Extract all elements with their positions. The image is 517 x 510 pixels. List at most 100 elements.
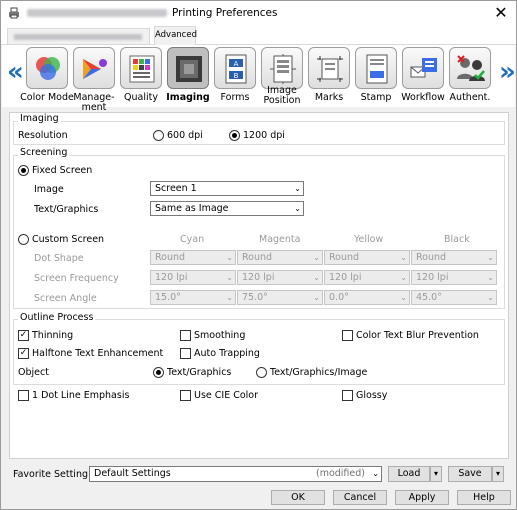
- close-button[interactable]: ✕: [492, 4, 510, 22]
- dot-shape-magenta[interactable]: Round ⌄: [237, 250, 323, 265]
- management-button[interactable]: [73, 47, 115, 89]
- favorite-setting-select[interactable]: Default Settings (modified) ⌄: [89, 466, 382, 482]
- use-cie-checkbox[interactable]: [180, 390, 191, 401]
- resolution-label: Resolution: [18, 130, 68, 141]
- save-dropdown-button[interactable]: ▾: [492, 466, 504, 482]
- chevron-down-icon: ⌄: [400, 273, 407, 282]
- res-1200-radio[interactable]: [229, 130, 240, 141]
- chevron-down-icon: ⌄: [313, 293, 320, 302]
- col-yellow: Yellow: [354, 234, 384, 245]
- fixed-screen-radio[interactable]: [18, 165, 29, 176]
- imaging-pattern-icon: [176, 56, 202, 82]
- workflow-button[interactable]: [402, 47, 444, 89]
- freq-magenta-value: 120 lpi: [242, 272, 275, 283]
- load-button[interactable]: Load: [388, 466, 430, 482]
- imaging-panel: Imaging Resolution 600 dpi 1200 dpi Scre…: [9, 112, 509, 459]
- marks-button[interactable]: [308, 47, 350, 89]
- chevron-down-icon: ⌄: [400, 253, 407, 262]
- imaging-button[interactable]: [167, 47, 209, 89]
- freq-yellow[interactable]: 120 lpi ⌄: [324, 270, 410, 285]
- dot-shape-label: Dot Shape: [34, 253, 84, 264]
- thinning-label: Thinning: [32, 330, 74, 341]
- color-text-blur-checkbox[interactable]: [342, 330, 353, 341]
- color-triangle-icon: [83, 59, 107, 79]
- ok-button[interactable]: OK: [271, 490, 325, 505]
- angle-black-value: 45.0°: [416, 292, 442, 303]
- object-text-graphics-label: Text/Graphics: [167, 367, 232, 378]
- dot-line-checkbox[interactable]: [18, 390, 29, 401]
- object-text-graphics-image-radio[interactable]: [256, 367, 267, 378]
- use-cie-label: Use CIE Color: [194, 390, 259, 401]
- text-graphics-select[interactable]: Same as Image ⌄: [150, 201, 304, 216]
- authentication-button[interactable]: [449, 47, 491, 89]
- tab-printer-redacted[interactable]: [7, 28, 150, 44]
- col-black: Black: [444, 234, 470, 245]
- save-button[interactable]: Save: [448, 466, 492, 482]
- fixed-screen-label: Fixed Screen: [32, 165, 93, 176]
- printing-preferences-window: Printing Preferences ✕ Advanced « » AB C…: [0, 0, 517, 510]
- stamp-button[interactable]: [355, 47, 397, 89]
- freq-black[interactable]: 120 lpi ⌄: [411, 270, 497, 285]
- color-text-blur-label: Color Text Blur Prevention: [356, 330, 479, 341]
- tab-strip: Advanced: [1, 25, 516, 45]
- tab-advanced[interactable]: Advanced: [154, 26, 197, 45]
- chevron-down-icon: ⌄: [487, 273, 494, 282]
- res-600-label: 600 dpi: [167, 130, 203, 141]
- custom-screen-label: Custom Screen: [32, 234, 105, 245]
- image-screen-select[interactable]: Screen 1 ⌄: [150, 181, 304, 196]
- dot-shape-yellow[interactable]: Round ⌄: [324, 250, 410, 265]
- category-icon-bar: « » AB Color Mode Manage- ment Quality I…: [2, 45, 516, 113]
- apply-button[interactable]: Apply: [395, 490, 449, 505]
- modified-indicator: (modified): [315, 468, 365, 479]
- imaging-header: Imaging: [18, 113, 61, 124]
- chevron-down-icon: ⌄: [294, 184, 301, 193]
- angle-cyan-value: 15.0°: [155, 292, 181, 303]
- angle-yellow-value: 0.0°: [329, 292, 349, 303]
- angle-black[interactable]: 45.0° ⌄: [411, 290, 497, 305]
- screen-angle-label: Screen Angle: [34, 293, 97, 304]
- favorite-setting-bar: Favorite Setting Default Settings (modif…: [9, 463, 509, 485]
- freq-magenta[interactable]: 120 lpi ⌄: [237, 270, 323, 285]
- angle-yellow[interactable]: 0.0° ⌄: [324, 290, 410, 305]
- chevron-down-icon: ⌄: [294, 204, 301, 213]
- object-label: Object: [18, 367, 49, 378]
- glossy-checkbox[interactable]: [342, 390, 353, 401]
- chevron-down-icon: ⌄: [487, 253, 494, 262]
- res-600-radio[interactable]: [153, 130, 164, 141]
- help-button[interactable]: Help: [457, 490, 511, 505]
- window-title: Printing Preferences: [172, 7, 278, 19]
- marks-icon: [317, 56, 343, 82]
- color-mode-button[interactable]: [26, 47, 68, 89]
- halftone-label: Halftone Text Enhancement: [32, 348, 164, 359]
- dot-shape-black[interactable]: Round ⌄: [411, 250, 497, 265]
- auto-trapping-checkbox[interactable]: [180, 348, 191, 359]
- screening-header: Screening: [18, 147, 70, 158]
- freq-cyan[interactable]: 120 lpi ⌄: [150, 270, 236, 285]
- angle-magenta[interactable]: 75.0° ⌄: [237, 290, 323, 305]
- caret-down-icon: ▾: [433, 469, 438, 478]
- favorite-setting-value: Default Settings: [94, 468, 171, 479]
- workflow-icon: [410, 58, 437, 78]
- halftone-checkbox[interactable]: ✓: [18, 348, 29, 359]
- smoothing-checkbox[interactable]: [180, 330, 191, 341]
- dot-shape-cyan[interactable]: Round ⌄: [150, 250, 236, 265]
- thinning-checkbox[interactable]: ✓: [18, 330, 29, 341]
- cancel-button[interactable]: Cancel: [333, 490, 387, 505]
- custom-screen-radio[interactable]: [18, 234, 29, 245]
- load-dropdown-button[interactable]: ▾: [430, 466, 442, 482]
- col-cyan: Cyan: [180, 234, 205, 245]
- outline-process-header: Outline Process: [18, 312, 96, 323]
- stamp-icon: [366, 54, 388, 84]
- angle-cyan[interactable]: 15.0° ⌄: [150, 290, 236, 305]
- quality-button[interactable]: [120, 47, 162, 89]
- image-position-button[interactable]: [261, 47, 303, 89]
- dot-shape-magenta-value: Round: [242, 252, 273, 263]
- scroll-left-arrow[interactable]: «: [7, 57, 24, 87]
- chevron-down-icon: ⌄: [226, 253, 233, 262]
- image-label: Image: [34, 184, 64, 195]
- chevron-down-icon: ⌄: [313, 253, 320, 262]
- forms-button[interactable]: AB: [214, 47, 256, 89]
- chevron-down-icon: ⌄: [372, 469, 379, 478]
- scroll-right-arrow[interactable]: »: [499, 57, 516, 87]
- object-text-graphics-radio[interactable]: [153, 367, 164, 378]
